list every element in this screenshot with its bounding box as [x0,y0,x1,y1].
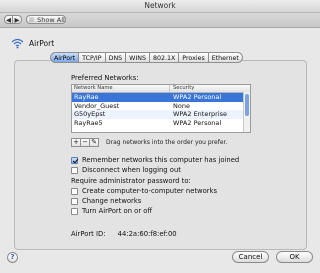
turn-airport-checkbox[interactable] [71,207,78,215]
remember-networks-checkbox[interactable] [71,156,78,164]
network-security: WPA2 Enterprise [173,110,228,118]
table-scrollbar[interactable] [243,92,250,132]
table-row[interactable]: RayRae5 WPA2 Personal [72,119,250,128]
toolbar: ◀ ▶ Show All [0,13,320,28]
back-button[interactable]: ◀ [4,15,13,24]
title-bar: Network [0,0,320,13]
grid-icon [29,17,35,22]
tab-wins[interactable]: WINS [126,52,150,63]
airport-id-label: AirPort ID: [71,230,106,238]
remember-networks-option[interactable]: Remember networks this computer has join… [71,156,239,164]
tab-airport[interactable]: AirPort [50,52,80,63]
require-password-label: Require administrator password to: [71,177,191,185]
network-list-controls: + − ✎ [71,138,99,147]
preferred-networks-table[interactable]: Network Name Security RayRae WPA2 Person… [71,84,251,133]
column-header-security[interactable]: Security [170,85,194,92]
network-name: Vendor_Guest [74,101,120,110]
preferred-networks-label: Preferred Networks: [71,74,139,82]
section-title: AirPort [29,38,55,48]
network-preferences-window: Network ◀ ▶ Show All AirPort AirPort TCP… [0,0,320,273]
turn-airport-option[interactable]: Turn AirPort on or off [71,207,152,215]
scrollbar-thumb[interactable] [245,94,249,116]
create-networks-label: Create computer-to-computer networks [82,187,218,195]
network-security: WPA2 Personal [173,93,222,101]
window-title: Network [144,1,176,10]
disconnect-option[interactable]: Disconnect when logging out [71,166,181,174]
ok-button[interactable]: OK [276,251,313,263]
cancel-button[interactable]: Cancel [232,251,269,263]
network-security: None [173,101,190,110]
drag-hint: Drag networks into the order you prefer. [106,139,228,146]
airport-id: AirPort ID: 44:2a:60:f8:ef:00 [71,230,177,238]
network-name: G50yEpst [74,110,106,118]
create-networks-checkbox[interactable] [71,187,78,195]
table-row[interactable]: Vendor_Guest None [72,102,250,111]
forward-arrow-icon: ▶ [14,15,20,24]
edit-network-button[interactable]: ✎ [89,138,99,147]
show-all-label: Show All [37,15,65,24]
tab-dns[interactable]: DNS [105,52,127,63]
create-networks-option[interactable]: Create computer-to-computer networks [71,187,217,195]
remember-networks-label: Remember networks this computer has join… [82,156,240,164]
tab-proxies[interactable]: Proxies [179,52,209,63]
help-button[interactable]: ? [7,252,18,263]
tab-ethernet[interactable]: Ethernet [208,52,243,63]
tab-8021x[interactable]: 802.1X [149,52,180,63]
show-all-button[interactable]: Show All [26,15,66,24]
change-networks-option[interactable]: Change networks [71,197,141,205]
change-networks-label: Change networks [82,197,142,205]
turn-airport-label: Turn AirPort on or off [82,207,153,215]
section-header: AirPort [11,37,54,49]
network-name: RayRae [74,93,99,101]
network-security: WPA2 Personal [173,118,222,127]
table-row[interactable]: RayRae WPA2 Personal [72,93,250,102]
network-name: RayRae5 [74,118,103,127]
disconnect-checkbox[interactable] [71,166,78,174]
wifi-icon [11,38,24,48]
airport-id-value: 44:2a:60:f8:ef:00 [117,230,177,238]
back-arrow-icon: ◀ [6,15,11,24]
disconnect-label: Disconnect when logging out [82,166,181,174]
forward-button[interactable]: ▶ [13,15,22,24]
change-networks-checkbox[interactable] [71,197,78,205]
column-header-network-name[interactable]: Network Name [72,85,170,92]
tab-tcpip[interactable]: TCP/IP [79,52,106,63]
tab-bar: AirPort TCP/IP DNS WINS 802.1X Proxies E… [50,52,243,63]
table-row[interactable]: G50yEpst WPA2 Enterprise [72,110,250,119]
table-header: Network Name Security [72,85,250,93]
